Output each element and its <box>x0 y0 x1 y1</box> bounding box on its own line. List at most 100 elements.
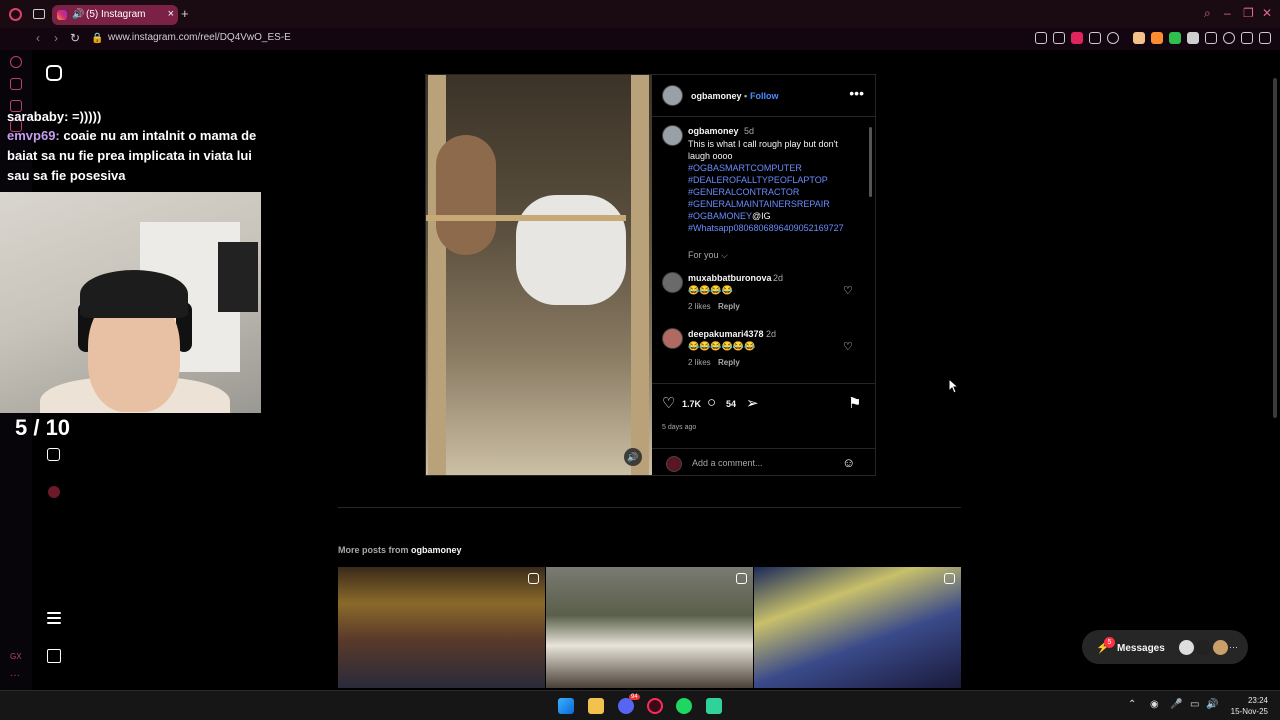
page-scrollbar[interactable] <box>1272 50 1278 690</box>
hashtag-link[interactable]: #Whatsapp0806806896409052169727 <box>688 222 844 234</box>
shield-icon[interactable] <box>1187 32 1199 44</box>
profile-icon[interactable] <box>1223 32 1235 44</box>
for-you-dropdown[interactable]: For you ⌵ <box>688 250 728 261</box>
instagram-logo-icon[interactable] <box>46 65 62 81</box>
extension-icon[interactable] <box>1169 32 1181 44</box>
comments-scrollbar[interactable] <box>869 119 873 381</box>
pocket-icon[interactable] <box>1071 32 1083 44</box>
tab-audio-icon[interactable]: 🔊 <box>72 9 84 20</box>
emoji-icon[interactable]: ☺ <box>842 455 855 470</box>
speaker-icon[interactable]: 🔊 <box>1206 699 1218 710</box>
instagram-favicon-icon <box>57 10 67 20</box>
more-icon[interactable]: ··· <box>1229 642 1238 652</box>
tab-close-icon[interactable]: × <box>168 8 174 20</box>
hashtag-link[interactable]: #OGBASMARTCOMPUTER <box>688 162 844 174</box>
menu-icon[interactable] <box>47 612 61 614</box>
new-tab-button[interactable]: + <box>181 6 189 21</box>
share-icon[interactable]: ➢ <box>746 394 759 412</box>
contact-avatar[interactable] <box>1196 640 1211 655</box>
insights-icon[interactable] <box>47 448 60 461</box>
comment-username[interactable]: muxabbatburonova <box>688 273 772 283</box>
mention-link[interactable]: @IG <box>752 211 771 221</box>
like-icon[interactable]: ♡ <box>662 394 675 412</box>
forward-icon[interactable]: › <box>54 31 58 45</box>
comment-username[interactable]: deepakumari4378 <box>688 329 764 339</box>
tab-islands-icon[interactable] <box>33 9 45 19</box>
save-icon[interactable]: ⚑ <box>848 394 861 412</box>
snapshot-icon[interactable] <box>1053 32 1065 44</box>
system-clock[interactable]: 23:24 15-Nov-25 <box>1231 695 1268 717</box>
puzzle-icon[interactable] <box>1205 32 1217 44</box>
opera-gx-icon[interactable] <box>647 698 663 714</box>
discord-tray-icon[interactable]: ◉ <box>1150 699 1159 710</box>
file-explorer-icon[interactable] <box>588 698 604 714</box>
tab-title: (5) Instagram <box>86 9 146 20</box>
hashtag-link[interactable]: #DEALEROFALLTYPEOFLAPTOP <box>688 174 844 186</box>
commenter-avatar[interactable] <box>662 328 683 349</box>
contact-avatar[interactable] <box>1179 640 1194 655</box>
spotify-icon[interactable] <box>676 698 692 714</box>
search-icon[interactable]: ⌕ <box>1204 6 1211 21</box>
menu-icon[interactable] <box>1259 32 1271 44</box>
browser-tab-bar: 🔊 (5) Instagram × + ⌕ – ❐ ✕ <box>0 0 1280 28</box>
close-window-icon[interactable]: ✕ <box>1262 6 1272 20</box>
comment-icon[interactable]: ○ <box>707 394 716 411</box>
gx-icon[interactable]: GX <box>10 652 22 664</box>
start-icon[interactable] <box>558 698 574 714</box>
messages-button[interactable]: ⚡ 5 Messages ··· <box>1082 630 1248 664</box>
author-username[interactable]: ogbamoney <box>691 91 742 101</box>
app-icon[interactable] <box>706 698 722 714</box>
volume-icon[interactable]: 🔊 <box>624 448 642 466</box>
author-avatar[interactable] <box>662 125 683 146</box>
microphone-icon[interactable]: 🎤 <box>1170 699 1182 710</box>
comments-panel: ogbamoney 5d This is what I call rough p… <box>652 117 876 383</box>
like-count[interactable]: 1.7K <box>682 399 701 409</box>
aria-icon[interactable] <box>10 78 22 90</box>
post-thumbnail[interactable] <box>338 567 545 688</box>
post-thumbnail[interactable] <box>546 567 753 688</box>
reply-button[interactable]: Reply <box>718 358 740 367</box>
discord-icon[interactable] <box>618 698 634 714</box>
extension-icon[interactable] <box>1151 32 1163 44</box>
extension-icon[interactable] <box>1035 32 1047 44</box>
add-comment-input[interactable]: Add a comment... <box>692 458 763 468</box>
comment-likes[interactable]: 2 likes <box>688 302 711 311</box>
maximize-icon[interactable]: ❐ <box>1243 6 1254 20</box>
more-options-icon[interactable]: ••• <box>849 85 864 101</box>
more-icon[interactable]: ··· <box>10 670 22 682</box>
url-field[interactable]: www.instagram.com/reel/DQ4VwO_ES-E <box>108 32 291 43</box>
hashtag-link[interactable]: #GENERALCONTRACTOR <box>688 186 844 198</box>
play-icon[interactable] <box>1089 32 1101 44</box>
author-avatar[interactable] <box>662 85 683 106</box>
follow-button[interactable]: Follow <box>750 91 779 101</box>
commenter-avatar[interactable] <box>662 272 683 293</box>
caption-username[interactable]: ogbamoney <box>688 126 739 136</box>
hashtag-link[interactable]: #OGBAMONEY <box>688 211 752 221</box>
minimize-icon[interactable]: – <box>1224 6 1231 20</box>
opera-logo-icon[interactable] <box>9 8 22 21</box>
tray-chevron-icon[interactable]: ⌃ <box>1128 699 1136 710</box>
reload-icon[interactable]: ↻ <box>70 31 80 45</box>
post-thumbnail[interactable] <box>754 567 961 688</box>
display-icon[interactable]: ▭ <box>1190 699 1199 710</box>
hashtag-link[interactable]: #GENERALMAINTAINERSREPAIR <box>688 198 844 210</box>
download-icon[interactable] <box>1241 32 1253 44</box>
back-icon[interactable]: ‹ <box>36 31 40 45</box>
reel-post: 🔊 ogbamoney • Follow ••• ogbamoney 5d Th… <box>425 74 876 476</box>
more-apps-icon[interactable] <box>47 649 61 663</box>
mouse-cursor-icon <box>948 378 958 394</box>
history-icon[interactable] <box>10 56 22 68</box>
reel-video[interactable]: 🔊 <box>426 75 652 475</box>
like-comment-icon[interactable]: ♡ <box>843 340 853 353</box>
extension-icon[interactable] <box>1133 32 1145 44</box>
like-comment-icon[interactable]: ♡ <box>843 284 853 297</box>
comment-likes[interactable]: 2 likes <box>688 358 711 367</box>
heart-icon[interactable] <box>1107 32 1119 44</box>
tab-instagram[interactable]: 🔊 (5) Instagram × <box>52 5 178 25</box>
caption-age: 5d <box>744 126 755 136</box>
profile-avatar[interactable] <box>48 486 60 498</box>
reel-icon <box>944 573 955 584</box>
reply-button[interactable]: Reply <box>718 302 740 311</box>
contact-avatar[interactable] <box>1213 640 1228 655</box>
more-posts-author[interactable]: ogbamoney <box>411 545 462 555</box>
